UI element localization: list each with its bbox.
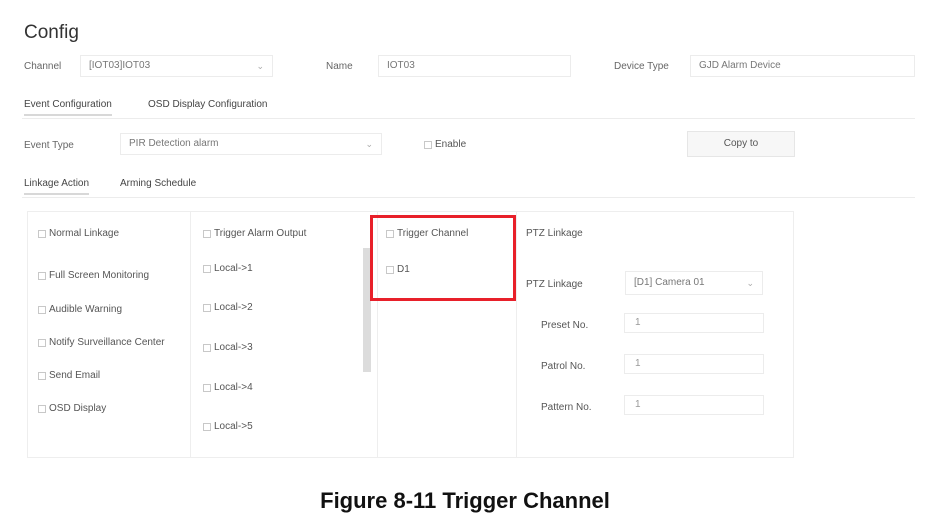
local-4-checkbox[interactable]: Local->4 (203, 382, 253, 393)
tab-divider (22, 118, 915, 119)
column-divider (190, 212, 191, 457)
normal-linkage-header[interactable]: Normal Linkage (38, 228, 119, 239)
checkbox-box (203, 264, 211, 273)
local-3-checkbox[interactable]: Local->3 (203, 342, 253, 353)
full-screen-monitoring-checkbox[interactable]: Full Screen Monitoring (38, 270, 149, 281)
local-5-checkbox[interactable]: Local->5 (203, 421, 253, 432)
checkbox-label: Send Email (49, 370, 101, 381)
checkbox-box (203, 229, 211, 238)
checkbox-box (203, 422, 211, 431)
channel-label: Channel (24, 61, 62, 72)
checkbox-label: Local->3 (214, 342, 253, 353)
checkbox-label: Audible Warning (49, 304, 123, 315)
checkbox-label: Notify Surveillance Center (49, 337, 165, 348)
trigger-alarm-output-label: Trigger Alarm Output (214, 228, 307, 239)
checkbox-box (203, 303, 211, 312)
audible-warning-checkbox[interactable]: Audible Warning (38, 304, 122, 315)
checkbox-box (203, 383, 211, 392)
ptz-linkage-select[interactable]: [D1] Camera 01 ⌄ (625, 271, 763, 295)
normal-linkage-label: Normal Linkage (49, 228, 120, 239)
chevron-down-icon: ⌄ (256, 61, 264, 71)
checkbox-box (38, 229, 46, 238)
column-divider (516, 212, 517, 457)
tab-arming-schedule[interactable]: Arming Schedule (120, 178, 196, 189)
event-type-value: PIR Detection alarm (129, 138, 219, 149)
device-type-field: GJD Alarm Device (690, 55, 915, 77)
name-input[interactable]: IOT03 (378, 55, 571, 77)
device-type-label: Device Type (614, 61, 669, 72)
preset-no-input[interactable]: 1 (624, 313, 764, 333)
checkbox-label: Local->1 (214, 263, 253, 274)
ptz-linkage-header: PTZ Linkage (526, 228, 583, 239)
channel-select[interactable]: [IOT03]IOT03 ⌄ (80, 55, 273, 77)
patrol-no-label: Patrol No. (541, 361, 586, 372)
event-type-select[interactable]: PIR Detection alarm ⌄ (120, 133, 382, 155)
highlight-box (370, 215, 516, 301)
local-1-checkbox[interactable]: Local->1 (203, 263, 253, 274)
trigger-alarm-output-header[interactable]: Trigger Alarm Output (203, 228, 306, 239)
checkbox-box (38, 338, 46, 347)
send-email-checkbox[interactable]: Send Email (38, 370, 100, 381)
enable-label: Enable (435, 139, 467, 150)
chevron-down-icon: ⌄ (365, 139, 373, 149)
patrol-no-input[interactable]: 1 (624, 354, 764, 374)
copy-to-button[interactable]: Copy to (687, 131, 795, 157)
notify-surveillance-center-checkbox[interactable]: Notify Surveillance Center (38, 337, 165, 348)
event-type-label: Event Type (24, 140, 74, 151)
checkbox-label: Local->2 (214, 302, 253, 313)
pattern-no-input[interactable]: 1 (624, 395, 764, 415)
preset-no-label: Preset No. (541, 320, 589, 331)
pattern-no-label: Pattern No. (541, 402, 592, 413)
osd-display-checkbox[interactable]: OSD Display (38, 403, 106, 414)
subtab-divider (22, 197, 915, 198)
checkbox-box (424, 140, 432, 149)
ptz-linkage-label: PTZ Linkage (526, 279, 583, 290)
chevron-down-icon: ⌄ (746, 278, 754, 288)
checkbox-label: Local->4 (214, 382, 253, 393)
page-title: Config (24, 22, 79, 43)
figure-caption: Figure 8-11 Trigger Channel (320, 488, 610, 513)
checkbox-box (203, 343, 211, 352)
name-label: Name (326, 61, 353, 72)
tab-linkage-action[interactable]: Linkage Action (24, 178, 90, 195)
enable-checkbox[interactable]: Enable (424, 139, 466, 150)
tab-osd-display-configuration[interactable]: OSD Display Configuration (148, 99, 268, 110)
checkbox-box (38, 371, 46, 380)
checkbox-label: OSD Display (49, 403, 107, 414)
tab-event-configuration[interactable]: Event Configuration (24, 99, 112, 116)
local-2-checkbox[interactable]: Local->2 (203, 302, 253, 313)
channel-value: [IOT03]IOT03 (89, 60, 151, 71)
checkbox-box (38, 271, 46, 280)
checkbox-label: Local->5 (214, 421, 253, 432)
checkbox-label: Full Screen Monitoring (49, 270, 150, 281)
ptz-linkage-value: [D1] Camera 01 (634, 277, 705, 288)
checkbox-box (38, 305, 46, 314)
checkbox-box (38, 404, 46, 413)
